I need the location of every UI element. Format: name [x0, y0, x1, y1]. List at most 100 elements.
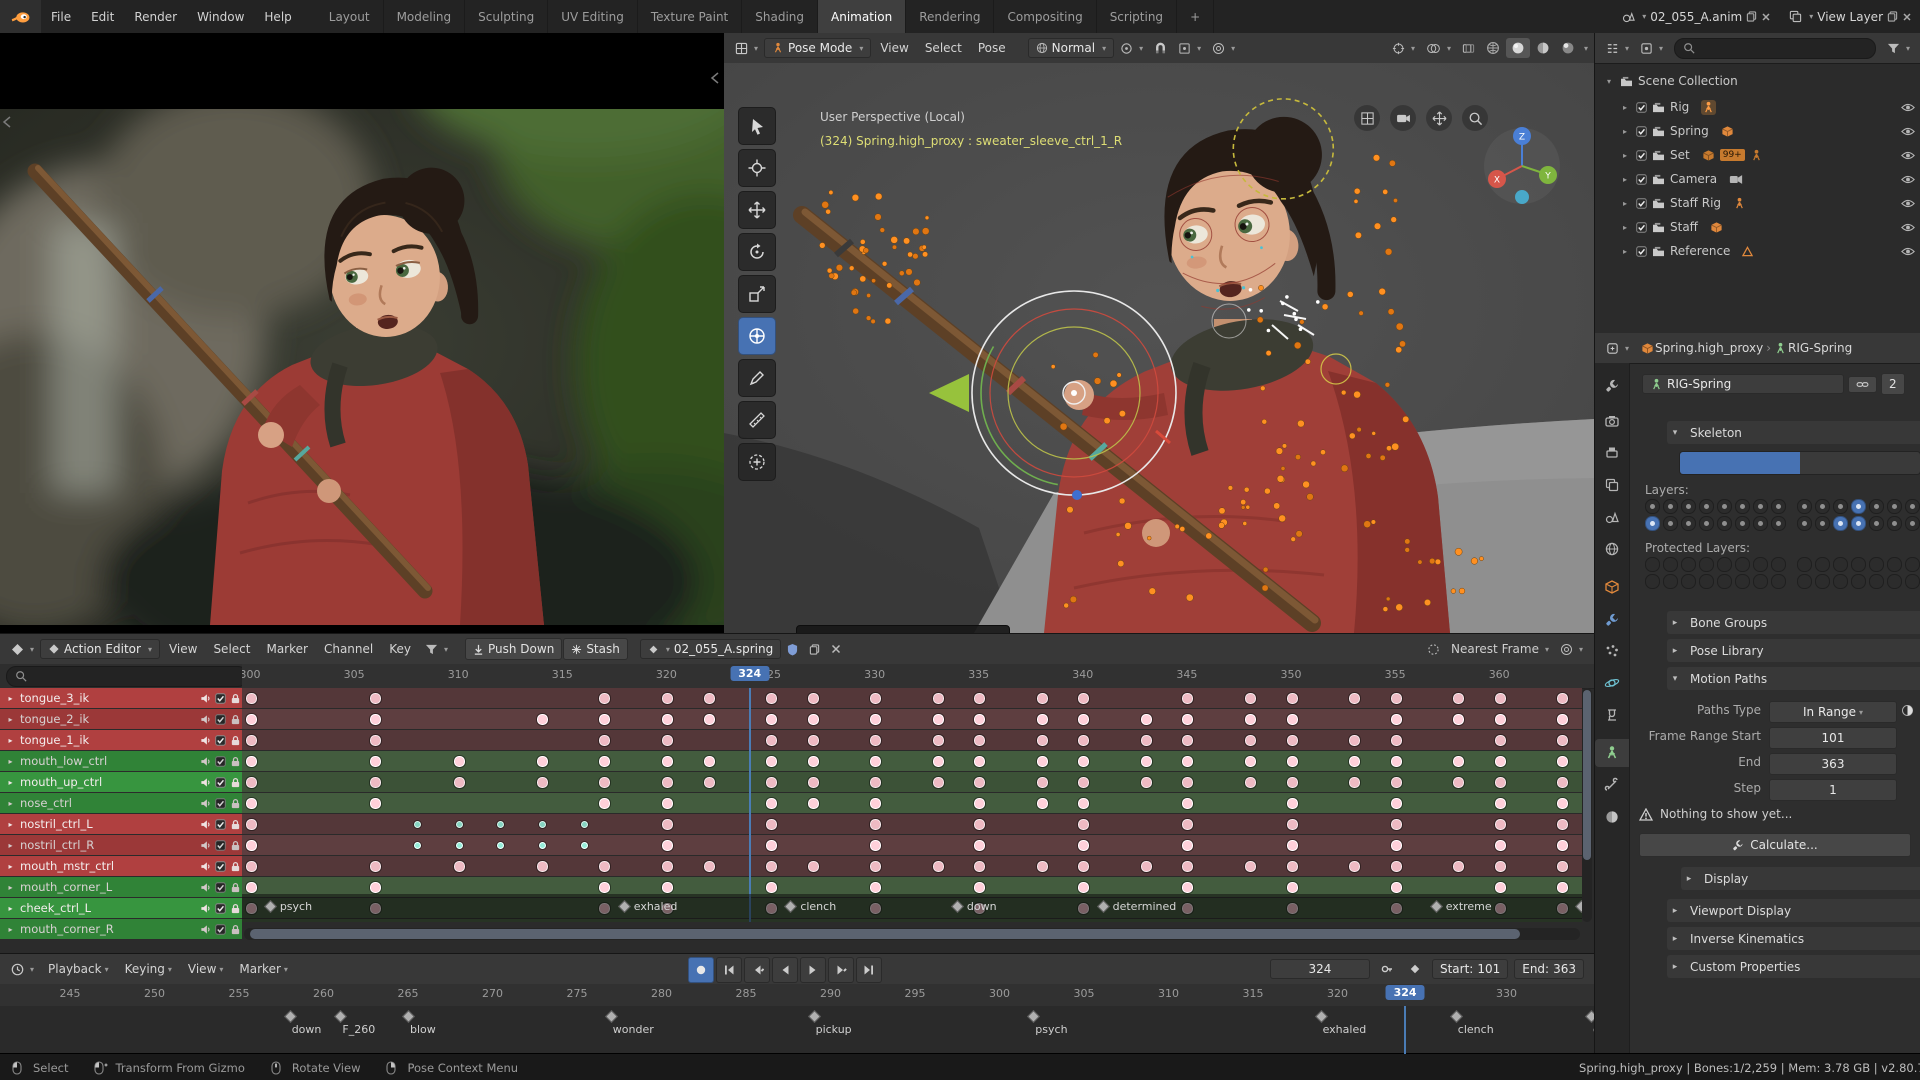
mute-speaker-icon[interactable] [200, 882, 211, 893]
keyframe[interactable] [1244, 861, 1256, 872]
keyframe[interactable] [1036, 756, 1048, 767]
transform-orientation-dropdown[interactable]: Normal ▾ [1027, 38, 1115, 58]
layer-button-6[interactable] [1753, 574, 1768, 589]
viewport-canvas[interactable]: User Perspective (Local) (324) Spring.hi… [724, 63, 1594, 633]
keyframe[interactable] [661, 756, 673, 767]
tab-view-layer[interactable] [1595, 471, 1629, 499]
layer-button-14[interactable] [1905, 574, 1920, 589]
keyframe[interactable] [245, 882, 257, 893]
keyframe[interactable] [370, 693, 382, 704]
keyframe[interactable] [766, 882, 777, 893]
keyframe[interactable] [599, 861, 611, 872]
navigation-gizmo[interactable]: Z X Y [1482, 121, 1562, 211]
keyframe[interactable] [870, 819, 882, 830]
add-workspace-button[interactable]: + [1177, 0, 1215, 33]
dopesheet-menu-channel[interactable]: Channel [316, 639, 381, 659]
editor-type-button[interactable]: ▾ [1601, 39, 1634, 58]
layer-button-8[interactable] [1797, 574, 1812, 589]
editor-type-button[interactable]: ▾ [730, 39, 763, 58]
workspace-tab-layout[interactable]: Layout [316, 0, 384, 33]
keyframe[interactable] [1494, 777, 1506, 788]
snap-toggle-icon[interactable] [1149, 39, 1172, 58]
channel-cheek_ctrl_L[interactable]: ▸ cheek_ctrl_L [0, 898, 242, 918]
keyframe[interactable] [932, 756, 944, 767]
keyframe[interactable] [807, 798, 819, 809]
include-checkbox[interactable] [215, 860, 226, 872]
keyframe[interactable] [974, 882, 986, 893]
outliner-item-spring[interactable]: ▸ Spring [1595, 119, 1920, 143]
tab-world[interactable] [1595, 535, 1629, 563]
keyframe[interactable] [1348, 735, 1360, 746]
keyframe[interactable] [1494, 819, 1506, 830]
viewport-menu-pose[interactable]: Pose [970, 38, 1014, 58]
panel-motion-paths[interactable]: ▾ Motion Paths [1667, 667, 1920, 690]
timeline-current-frame-line[interactable] [1404, 1006, 1407, 1054]
outliner-root-collection[interactable]: ▾ Scene Collection [1595, 69, 1920, 93]
timeline-menu-keying[interactable]: Keying ▾ [117, 959, 180, 979]
layer-button-9[interactable] [1815, 499, 1830, 514]
keyframe[interactable] [245, 777, 257, 788]
orthographic-toggle-icon[interactable] [1354, 105, 1380, 131]
breakdown-keyframe[interactable] [538, 821, 546, 828]
keyframe[interactable] [1244, 693, 1256, 704]
keyframe[interactable] [1140, 756, 1152, 767]
layer-button-2[interactable] [1681, 574, 1696, 589]
dopesheet-key-area[interactable]: psych exhaled clench down determined extreme E [242, 688, 1582, 922]
layer-button-7[interactable] [1771, 499, 1786, 514]
keyframe[interactable] [661, 819, 673, 830]
keyframe[interactable] [703, 714, 715, 725]
layer-button-14[interactable] [1905, 557, 1920, 572]
keyframe[interactable] [974, 798, 986, 809]
keyframe[interactable] [807, 756, 819, 767]
breakdown-keyframe[interactable] [580, 842, 588, 849]
frame-end-field[interactable]: End: 363 [1514, 959, 1584, 979]
tab-particles[interactable] [1595, 637, 1629, 665]
outliner-item-set[interactable]: ▸ Set 99+ [1595, 143, 1920, 167]
pose-position-button[interactable] [1680, 452, 1800, 474]
include-checkbox[interactable] [215, 902, 226, 914]
duplicate-action-icon[interactable] [804, 641, 825, 658]
layer-button-8[interactable] [1797, 516, 1812, 531]
dopesheet-vscrollbar[interactable] [1582, 688, 1592, 922]
timeline-current-frame-badge[interactable]: 324 [1385, 985, 1425, 1000]
dopesheet-menu-select[interactable]: Select [205, 639, 258, 659]
scene-name[interactable]: 02_055_A.anim [1650, 10, 1742, 24]
shading-dropdown-arrow[interactable]: ▾ [1584, 44, 1588, 53]
layer-button-1[interactable] [1663, 557, 1678, 572]
keyframe[interactable] [1286, 840, 1298, 851]
rest-position-button[interactable] [1800, 452, 1920, 474]
outliner-item-rig[interactable]: ▸ Rig [1595, 95, 1920, 119]
tab-data-armature[interactable] [1595, 739, 1629, 767]
keyframe-row-tongue_1_ik[interactable] [242, 730, 1582, 750]
keyframe[interactable] [974, 777, 986, 788]
keyframe[interactable] [1390, 777, 1402, 788]
tool-annotate-button[interactable] [738, 359, 776, 397]
viewport-3d[interactable]: ▾ Pose Mode ▾ View Select Pose Normal ▾ ▾ ▾ [724, 33, 1594, 633]
current-frame-line[interactable] [748, 688, 751, 922]
mute-speaker-icon[interactable] [200, 798, 211, 809]
link-icon[interactable] [1848, 375, 1877, 393]
layer-button-10[interactable] [1833, 574, 1848, 589]
layer-button-4[interactable] [1717, 516, 1732, 531]
keyframe[interactable] [245, 735, 257, 746]
fake-user-shield-icon[interactable] [782, 640, 803, 659]
keyframe-row-tongue_3_ik[interactable] [242, 688, 1582, 708]
keyframe[interactable] [870, 756, 882, 767]
keyframe[interactable] [932, 861, 944, 872]
hide-viewport-icon[interactable] [1901, 198, 1915, 209]
layer-button-3[interactable] [1699, 574, 1714, 589]
lock-icon[interactable] [230, 903, 241, 914]
keyframe[interactable] [703, 777, 715, 788]
keyframe[interactable] [1140, 777, 1152, 788]
keyframe-row-nostril_ctrl_R[interactable] [242, 835, 1582, 855]
viewport-menu-select[interactable]: Select [917, 38, 970, 58]
keyframe[interactable] [1390, 840, 1402, 851]
layer-button-7[interactable] [1771, 574, 1786, 589]
workspace-tab-shading[interactable]: Shading [742, 0, 818, 33]
keyframe[interactable] [370, 756, 382, 767]
current-frame-field[interactable]: 324 [1269, 959, 1370, 979]
keyframe[interactable] [1494, 714, 1506, 725]
hide-viewport-icon[interactable] [1901, 126, 1915, 137]
keyframe[interactable] [1390, 861, 1402, 872]
keyframe[interactable] [870, 714, 882, 725]
